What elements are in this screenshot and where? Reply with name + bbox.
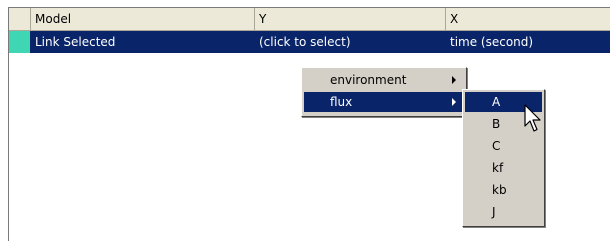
menu-item-label: environment: [330, 73, 407, 87]
menu-item-flux[interactable]: flux: [304, 92, 464, 112]
menu-item-label: flux: [330, 95, 353, 109]
grid-header: Model Y X: [9, 8, 610, 31]
row-indicator[interactable]: [9, 31, 30, 53]
cell-x[interactable]: time (second): [450, 31, 533, 53]
submenu-item-j[interactable]: J: [465, 202, 542, 222]
submenu-arrow-icon: [452, 98, 456, 106]
header-corner: [9, 8, 31, 30]
arrow-pointer-icon: [524, 104, 541, 132]
context-menu: environment flux: [301, 67, 467, 117]
menu-item-environment[interactable]: environment: [304, 70, 464, 90]
table-row[interactable]: Link Selected (click to select) time (se…: [9, 31, 610, 53]
submenu-item-kb[interactable]: kb: [465, 180, 542, 200]
column-header-x[interactable]: X: [446, 8, 610, 30]
submenu-arrow-icon: [452, 76, 456, 84]
cell-y[interactable]: (click to select): [259, 31, 351, 53]
column-header-model[interactable]: Model: [31, 8, 255, 30]
submenu-item-c[interactable]: C: [465, 136, 542, 156]
cell-model[interactable]: Link Selected: [35, 31, 115, 53]
submenu-item-kf[interactable]: kf: [465, 158, 542, 178]
column-header-y[interactable]: Y: [255, 8, 446, 30]
